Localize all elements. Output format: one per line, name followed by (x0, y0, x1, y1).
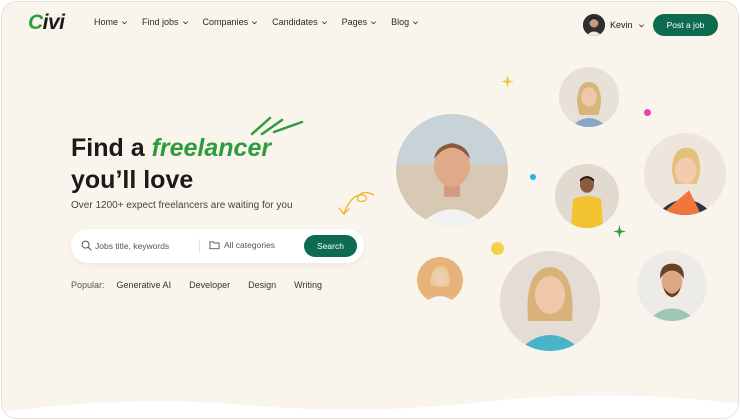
freelancer-photo (417, 257, 463, 303)
main-nav: Home Find jobs Companies Candidates Page… (94, 17, 419, 27)
user-menu[interactable]: Kevin (583, 14, 645, 36)
nav-label: Candidates (272, 17, 318, 27)
decorative-dot (491, 242, 504, 255)
popular-tag[interactable]: Developer (189, 280, 230, 290)
popular-tag[interactable]: Generative AI (117, 280, 172, 290)
keyword-input[interactable] (95, 238, 195, 254)
sparkle-icon (613, 225, 626, 238)
search-button[interactable]: Search (304, 235, 357, 257)
popular-tag[interactable]: Design (248, 280, 276, 290)
freelancer-photo (555, 164, 619, 228)
freelancer-photo (500, 251, 600, 351)
freelancer-photo (644, 133, 726, 215)
sparkle-icon (501, 75, 514, 88)
nav-label: Pages (341, 17, 368, 27)
post-job-button[interactable]: Post a job (653, 14, 718, 36)
nav-label: Blog (391, 17, 410, 27)
chevron-down-icon (638, 23, 644, 27)
search-icon (81, 240, 92, 251)
nav-find-jobs[interactable]: Find jobs (142, 17, 189, 27)
curved-arrow-icon (338, 191, 375, 215)
page-frame: Civi Home Find jobs Companies Candidates… (1, 1, 739, 419)
popular-searches: Popular: Generative AI Developer Design … (71, 280, 322, 290)
hero-subtitle: Over 1200+ expect freelancers are waitin… (71, 200, 293, 211)
freelancer-photo (559, 67, 619, 127)
logo-text: ivi (42, 11, 65, 34)
nav-label: Find jobs (142, 17, 179, 27)
logo[interactable]: Civi (28, 11, 65, 35)
site-header: Civi Home Find jobs Companies Candidates… (2, 2, 738, 46)
avatar (583, 14, 605, 36)
decorative-dot (644, 109, 651, 116)
hero-title-accent: freelancer (151, 134, 272, 162)
chevron-down-icon (182, 20, 188, 24)
folder-icon (209, 241, 220, 250)
user-name: Kevin (610, 20, 633, 30)
hero-title-prefix: Find a (71, 134, 145, 162)
popular-label: Popular: (71, 280, 105, 290)
chevron-down-icon (321, 20, 327, 24)
decorative-dot (530, 174, 536, 180)
chevron-down-icon (371, 20, 377, 24)
nav-pages[interactable]: Pages (342, 17, 378, 27)
nav-companies[interactable]: Companies (203, 17, 259, 27)
search-bar: All categories Search (71, 229, 364, 263)
freelancer-photo (637, 251, 707, 321)
logo-mark: C (28, 11, 43, 34)
hero-title-line2: you’ll love (71, 166, 194, 194)
freelancer-photo (396, 114, 508, 226)
nav-blog[interactable]: Blog (391, 17, 419, 27)
nav-home[interactable]: Home (94, 17, 128, 27)
divider (199, 239, 200, 253)
nav-candidates[interactable]: Candidates (272, 17, 328, 27)
bottom-wave-decoration (2, 395, 738, 418)
popular-tag[interactable]: Writing (294, 280, 322, 290)
chevron-down-icon (413, 20, 419, 24)
hero-title: Find a freelancer you’ll love (71, 132, 271, 196)
nav-label: Companies (202, 17, 249, 27)
category-select[interactable]: All categories (224, 240, 275, 250)
chevron-down-icon (122, 20, 128, 24)
chevron-down-icon (252, 20, 258, 24)
nav-label: Home (94, 17, 119, 27)
